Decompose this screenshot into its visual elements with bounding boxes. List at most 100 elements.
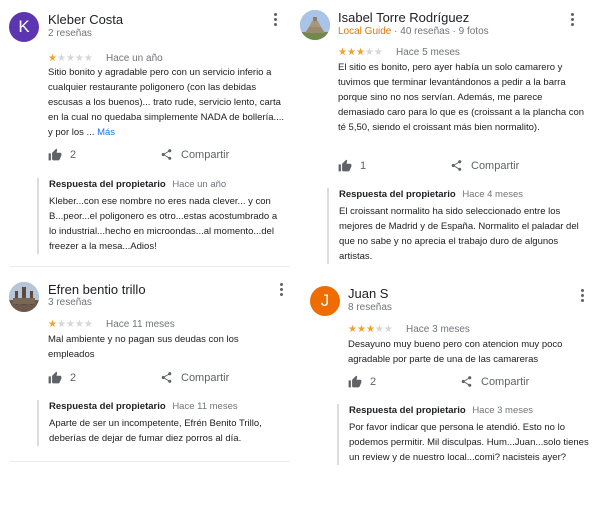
avatar[interactable]: K (9, 12, 39, 42)
thumbs-up-icon (48, 371, 62, 384)
more-link[interactable]: Más (97, 127, 115, 138)
review-text-content: Sitio bonito y agradable pero con un ser… (48, 67, 285, 138)
share-label: Compartir (181, 371, 230, 384)
reviewer-meta: 2 reseñas (48, 28, 92, 39)
review-card: Efren bentio trillo 3 reseñas ★★★★★ Hace… (0, 270, 300, 470)
share-button[interactable]: Compartir (450, 159, 519, 172)
review-text-content: El sitio es bonito, pero ayer había un s… (338, 62, 585, 133)
owner-response-title: Respuesta del propietario (49, 179, 166, 190)
star-empty-icon: ★ (83, 319, 93, 330)
reviewer-name[interactable]: Efren bentio trillo (48, 282, 146, 297)
owner-response-text: El croissant normalito ha sido seleccion… (339, 206, 579, 262)
star-rating: ★★★★★ (348, 324, 393, 336)
avatar[interactable] (300, 10, 330, 40)
star-empty-icon: ★ (74, 53, 84, 64)
review-card: K Kleber Costa 2 reseñas ★★★★★ Hace un a… (0, 0, 300, 260)
reviewer-meta: 3 reseñas (48, 297, 92, 308)
star-empty-icon: ★ (56, 319, 66, 330)
more-options-icon[interactable] (577, 288, 589, 304)
star-rating: ★★★★★ (48, 319, 93, 331)
like-button[interactable]: 1 (338, 159, 366, 172)
owner-response: Respuesta del propietario Hace un año Kl… (37, 178, 287, 254)
share-icon (161, 149, 172, 160)
owner-response-text: Aparte de ser un incompetente, Efrén Ben… (49, 418, 262, 444)
review-text-content: Desayuno muy bueno pero con atencion muy… (348, 339, 563, 365)
like-button[interactable]: 2 (48, 148, 76, 161)
star-filled-icon: ★ (365, 324, 375, 335)
avatar[interactable] (9, 282, 39, 312)
review-time: Hace 11 meses (106, 319, 175, 330)
review-text: Mal ambiente y no pagan sus deudas con l… (48, 332, 273, 362)
owner-response-text: Por favor indicar que persona le atendió… (349, 422, 589, 463)
share-button[interactable]: Compartir (160, 148, 229, 161)
thumbs-up-icon (48, 148, 62, 161)
star-empty-icon: ★ (364, 47, 374, 58)
review-text-content: Mal ambiente y no pagan sus deudas con l… (48, 334, 239, 360)
share-button[interactable]: Compartir (460, 375, 529, 388)
like-count: 1 (360, 159, 367, 172)
star-empty-icon: ★ (65, 319, 75, 330)
star-rating: ★★★★★ (48, 53, 93, 65)
owner-response-time: Hace 11 meses (172, 401, 238, 412)
owner-response: Respuesta del propietario Hace 11 meses … (37, 400, 287, 446)
avatar-photo (300, 10, 330, 40)
star-filled-icon: ★ (356, 324, 366, 335)
star-empty-icon: ★ (65, 53, 75, 64)
owner-response-time: Hace un año (172, 179, 227, 190)
owner-response-time: Hace 3 meses (472, 405, 534, 416)
share-icon (451, 160, 462, 171)
star-rating: ★★★★★ (338, 47, 383, 59)
avatar[interactable]: J (310, 286, 340, 316)
star-filled-icon: ★ (48, 319, 57, 330)
more-options-icon[interactable] (567, 12, 579, 28)
owner-response-title: Respuesta del propietario (349, 405, 466, 416)
like-button[interactable]: 2 (48, 371, 76, 384)
star-filled-icon: ★ (355, 47, 365, 58)
star-filled-icon: ★ (48, 53, 57, 64)
review-time: Hace 5 meses (396, 47, 460, 58)
review-time: Hace un año (106, 53, 163, 64)
star-filled-icon: ★ (348, 324, 357, 335)
star-filled-icon: ★ (338, 47, 347, 58)
share-label: Compartir (471, 159, 520, 172)
owner-response-text: Kleber...con ese nombre no eres nada cle… (49, 196, 278, 252)
thumbs-up-icon (348, 375, 362, 388)
reviewer-meta: Local Guide · 40 reseñas · 9 fotos (338, 26, 489, 37)
star-empty-icon: ★ (56, 53, 66, 64)
like-button[interactable]: 2 (348, 375, 376, 388)
owner-response: Respuesta del propietario Hace 4 meses E… (327, 188, 589, 264)
share-button[interactable]: Compartir (160, 371, 229, 384)
share-label: Compartir (481, 375, 530, 388)
star-filled-icon: ★ (346, 47, 356, 58)
owner-response-title: Respuesta del propietario (339, 189, 456, 200)
review-time: Hace 3 meses (406, 324, 470, 335)
reviewer-name[interactable]: Kleber Costa (48, 12, 123, 27)
like-count: 2 (70, 371, 77, 384)
star-empty-icon: ★ (373, 47, 383, 58)
owner-response-title: Respuesta del propietario (49, 401, 166, 412)
reviewer-name[interactable]: Isabel Torre Rodríguez (338, 10, 469, 25)
more-options-icon[interactable] (270, 12, 282, 28)
star-empty-icon: ★ (374, 324, 384, 335)
review-text: Desayuno muy bueno pero con atencion muy… (348, 337, 586, 367)
owner-response: Respuesta del propietario Hace 3 meses P… (337, 404, 589, 465)
avatar-photo (9, 282, 39, 312)
review-text: El sitio es bonito, pero ayer había un s… (338, 60, 586, 135)
like-count: 2 (370, 375, 377, 388)
owner-response-time: Hace 4 meses (462, 189, 524, 200)
share-label: Compartir (181, 148, 230, 161)
star-empty-icon: ★ (383, 324, 393, 335)
thumbs-up-icon (338, 159, 352, 172)
star-empty-icon: ★ (74, 319, 84, 330)
divider (10, 461, 290, 462)
reviewer-name[interactable]: Juan S (348, 286, 388, 301)
review-text: Sitio bonito y agradable pero con un ser… (48, 65, 286, 140)
more-options-icon[interactable] (276, 282, 288, 298)
review-card: Isabel Torre Rodríguez Local Guide · 40 … (300, 0, 616, 275)
star-empty-icon: ★ (83, 53, 93, 64)
like-count: 2 (70, 148, 77, 161)
reviewer-stats: · 40 reseñas · 9 fotos (394, 26, 489, 37)
local-guide-badge: Local Guide (338, 26, 392, 37)
reviewer-meta: 8 reseñas (348, 302, 392, 313)
share-icon (461, 376, 472, 387)
